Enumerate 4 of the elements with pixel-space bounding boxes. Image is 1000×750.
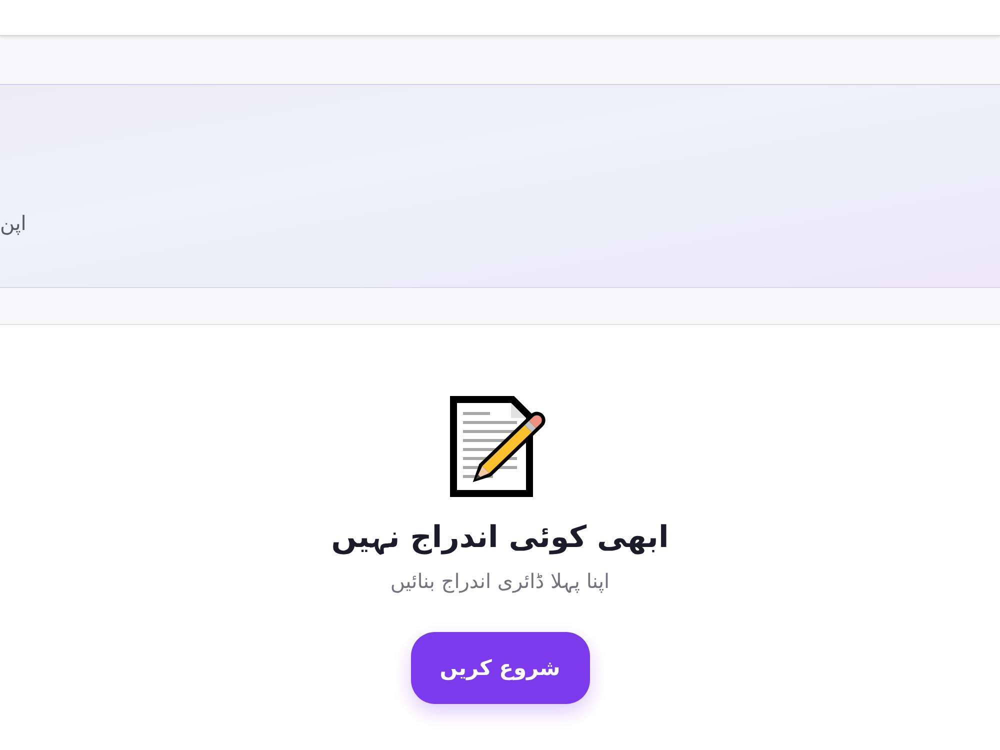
empty-state-title: ابھی کوئی اندراج نہیں (331, 519, 669, 557)
banner-text: اپن (0, 210, 26, 237)
start-button[interactable]: شروع کریں (410, 632, 590, 704)
empty-state-subtitle: اپنا پہلا ڈائری اندراج بنائیں (390, 568, 610, 595)
